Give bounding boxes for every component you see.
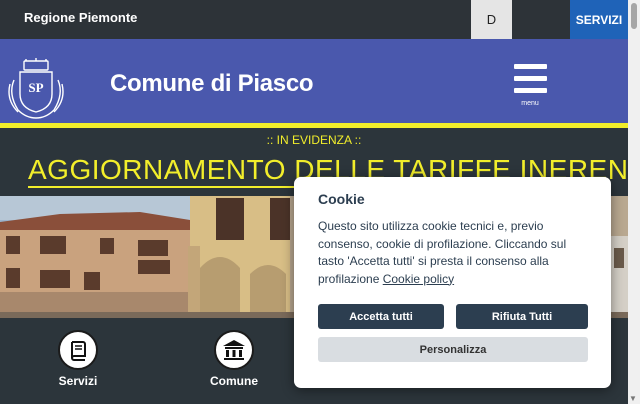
site-title[interactable]: Comune di Piasco (110, 70, 314, 98)
quick-link-label: Comune (210, 374, 258, 388)
language-selector[interactable]: D (471, 0, 512, 39)
menu-label: menu (521, 100, 539, 107)
book-icon (58, 330, 98, 370)
scroll-down-icon[interactable]: ▼ (629, 394, 637, 403)
scrollbar-thumb[interactable] (631, 3, 637, 29)
quick-link-comune[interactable]: Comune (204, 330, 264, 388)
building-icon (214, 330, 254, 370)
cookie-title: Cookie (318, 191, 365, 207)
customize-button[interactable]: Personalizza (318, 337, 588, 362)
town-crest-icon[interactable]: SP (6, 58, 66, 120)
hamburger-icon (514, 64, 547, 69)
quick-link-servizi[interactable]: Servizi (48, 330, 108, 388)
cookie-text: Questo sito utilizza cookie tecnici e, p… (318, 218, 590, 288)
services-button[interactable]: SERVIZI (570, 0, 628, 39)
region-link[interactable]: Regione Piemonte (24, 10, 137, 25)
page-scrollbar[interactable] (628, 0, 640, 404)
reject-all-button[interactable]: Rifiuta Tutti (456, 304, 588, 329)
svg-text:SP: SP (28, 80, 43, 95)
cookie-dialog: Cookie Questo sito utilizza cookie tecni… (294, 177, 611, 388)
accept-all-button[interactable]: Accetta tutti (318, 304, 444, 329)
quick-link-label: Servizi (58, 374, 98, 388)
cookie-policy-link[interactable]: Cookie policy (383, 272, 454, 286)
menu-button[interactable]: menu (510, 62, 550, 110)
evidenza-label: :: IN EVIDENZA :: (266, 133, 362, 147)
